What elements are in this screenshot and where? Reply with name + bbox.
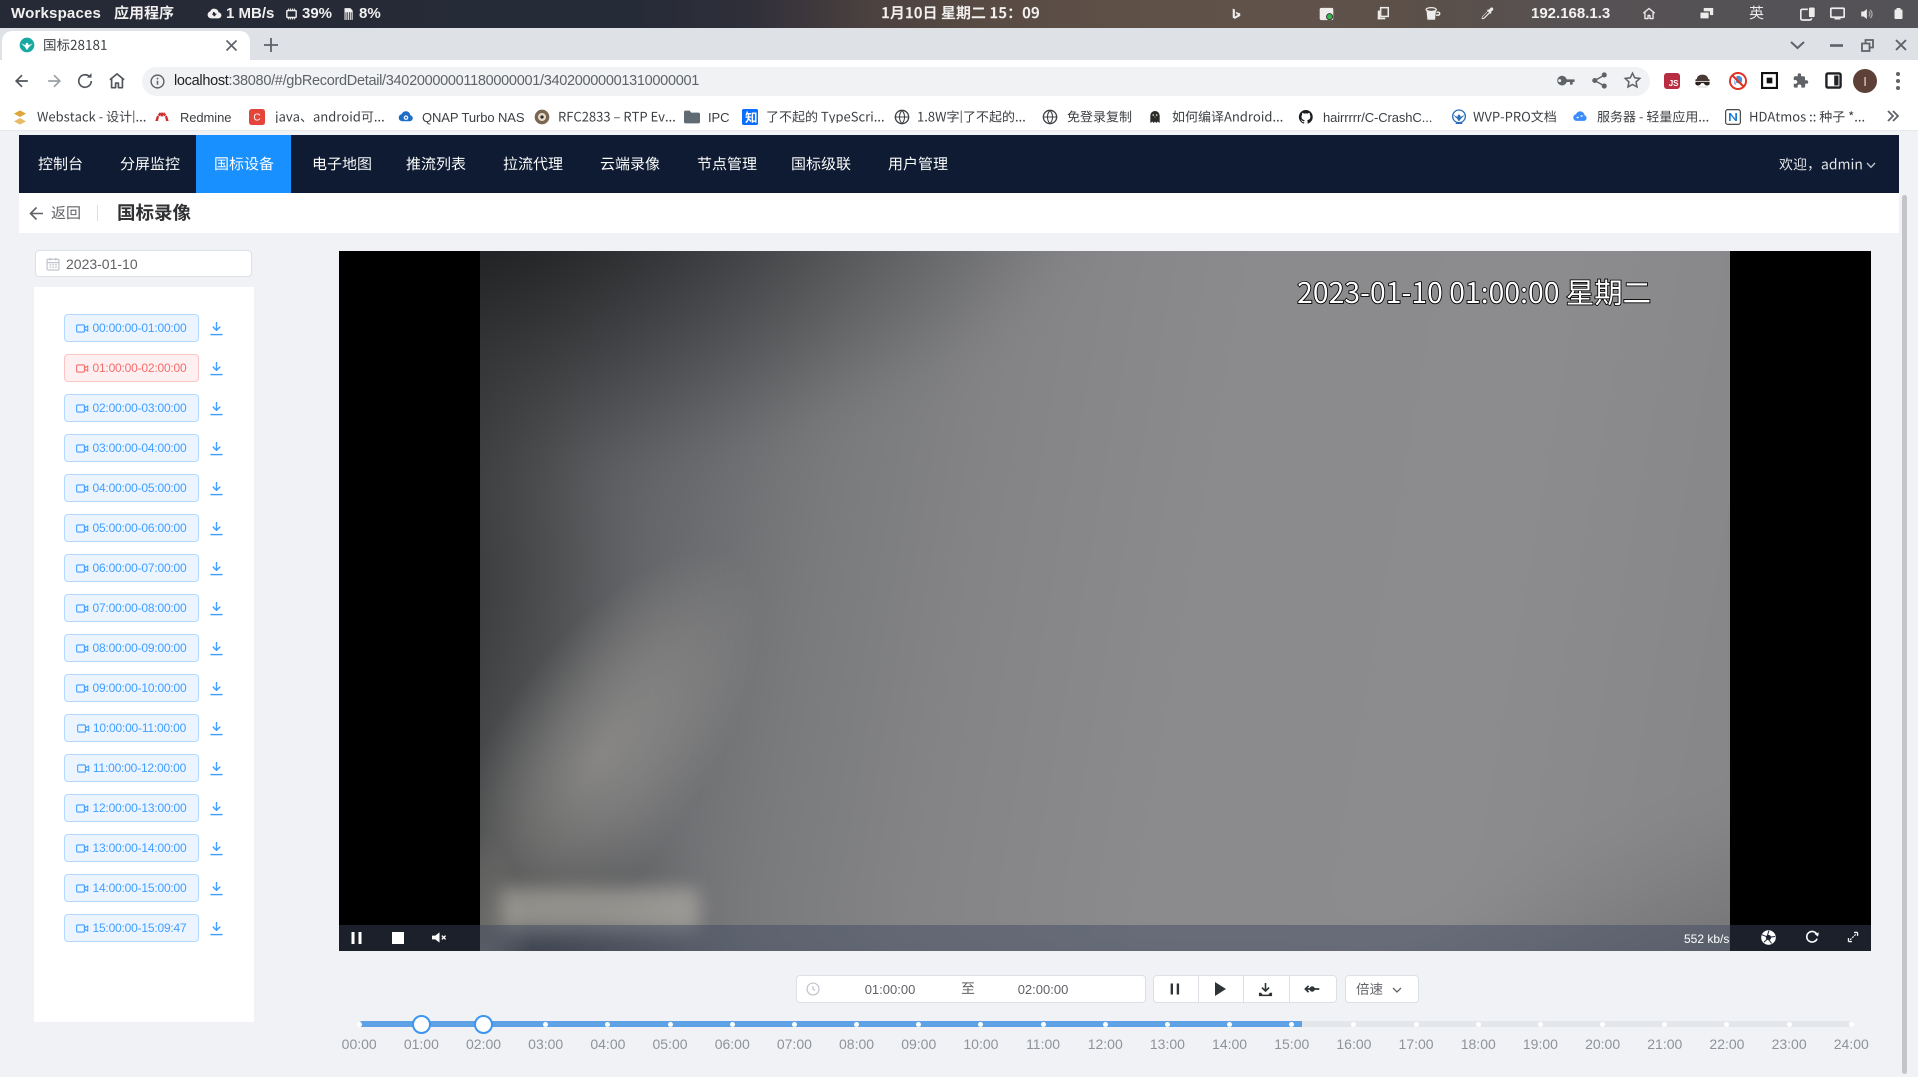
svg-text:C: C — [253, 113, 260, 124]
